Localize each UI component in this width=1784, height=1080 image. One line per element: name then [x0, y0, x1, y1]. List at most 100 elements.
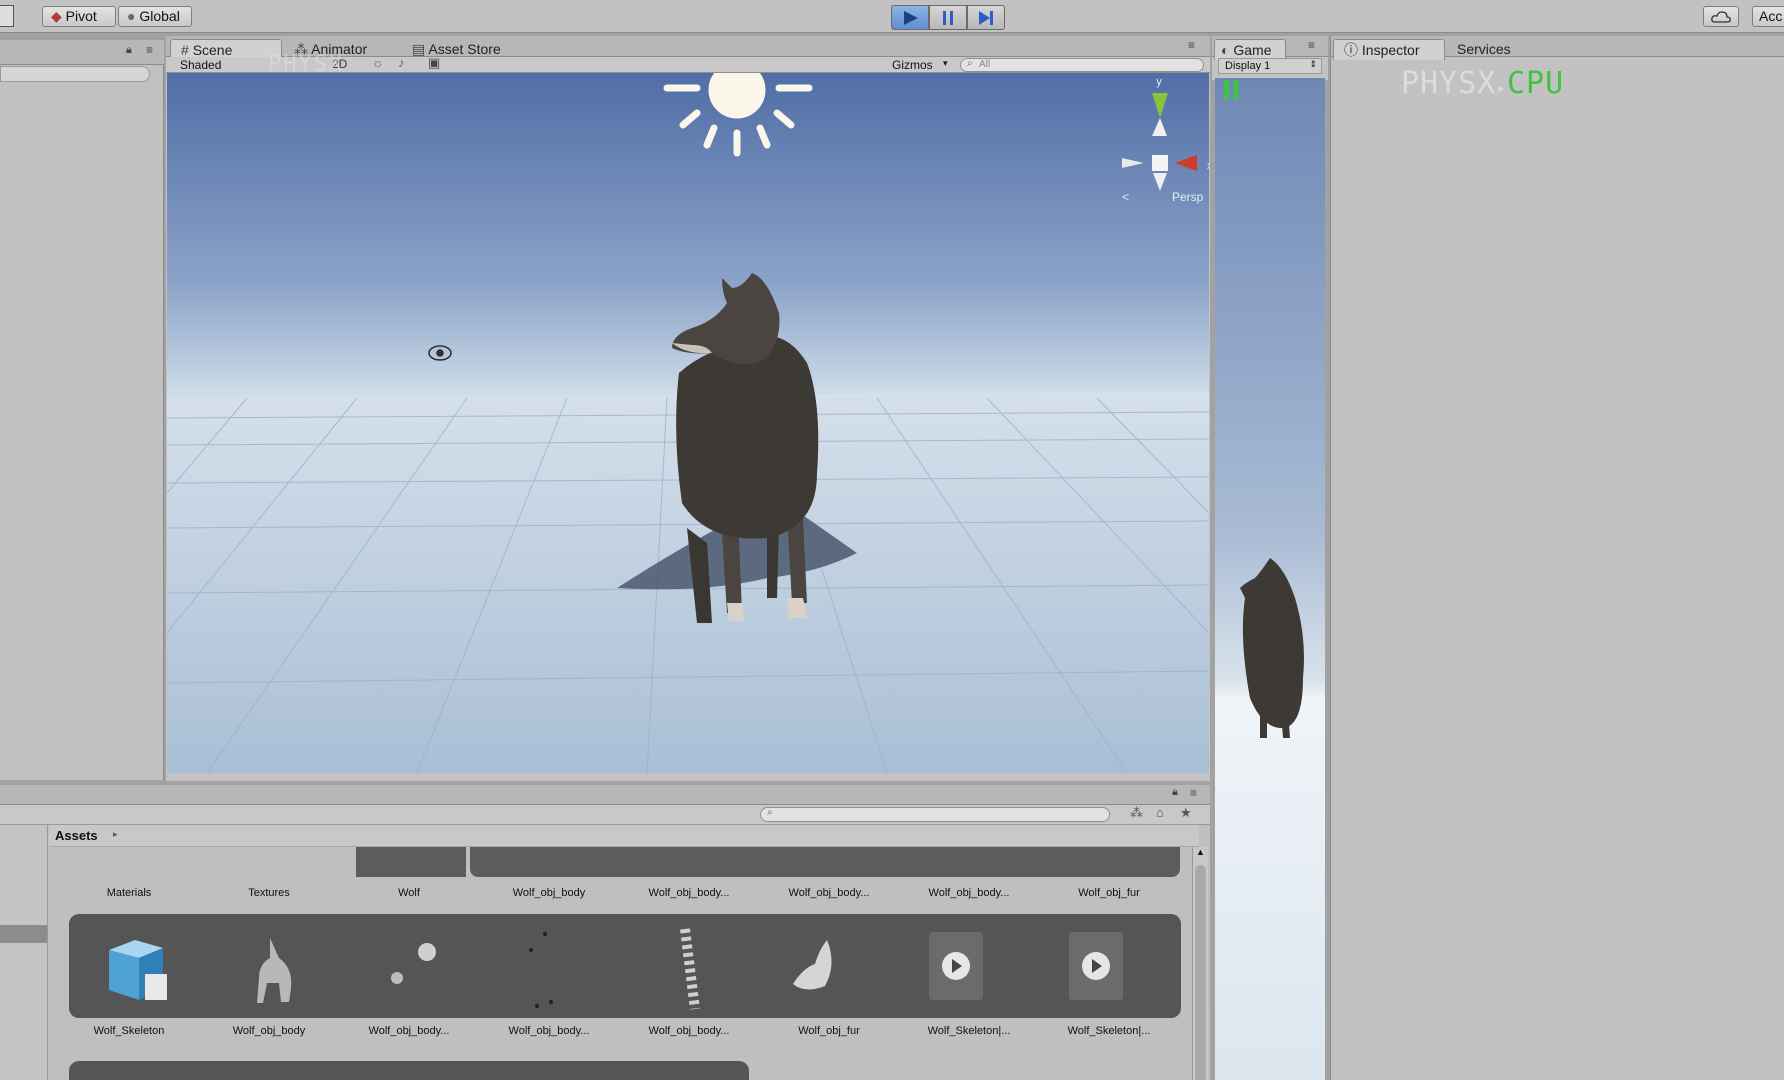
project-tabstrip: 🔒︎ ≡ — [0, 785, 1210, 805]
filter-type-icon[interactable]: ⁂ — [1130, 805, 1143, 821]
game-icon: ◐ — [1221, 42, 1230, 58]
project-menu-icon[interactable]: ≡ — [1190, 786, 1197, 800]
global-label: Global — [139, 8, 180, 24]
overlay-cpu-text: CPU — [1506, 66, 1565, 101]
gizmos-dropdown[interactable]: Gizmos — [892, 58, 933, 72]
tab-inspector[interactable]: ⓘ Inspector — [1333, 39, 1445, 60]
asset-expanded-strip — [69, 914, 1181, 1018]
asset-label[interactable]: Wolf_obj_body... — [764, 887, 894, 899]
lighting-icon[interactable]: ☼ — [372, 55, 384, 70]
store-icon: ▤ — [412, 41, 426, 57]
animation-clip-play-icon[interactable] — [929, 932, 983, 1000]
project-folder-tree — [0, 825, 48, 1080]
play-icon — [904, 10, 918, 25]
asset-label[interactable]: Wolf_obj_fur — [764, 1025, 894, 1037]
shading-mode-dropdown[interactable]: Shaded — [180, 58, 221, 72]
asset-label[interactable]: Wolf_obj_body... — [624, 1025, 754, 1037]
mesh-spine-icon[interactable] — [665, 924, 715, 1014]
axis-y-label: y — [1156, 76, 1162, 88]
asset-label[interactable]: Wolf_obj_body — [484, 887, 614, 899]
asset-label[interactable]: Wolf_Skeleton — [64, 1025, 194, 1037]
wolf-game-model — [1240, 558, 1304, 738]
display-label: Display 1 — [1225, 60, 1271, 72]
camera-view-icon[interactable] — [428, 345, 452, 361]
tab-game[interactable]: ◐ Game — [1214, 39, 1286, 60]
game-panel-header: ◐ Game ≡ Display 1 ⇕ — [1212, 36, 1328, 80]
inspector-tabstrip: ⓘ Inspector Services — [1331, 36, 1784, 60]
project-search-input[interactable]: ⌕ — [760, 807, 1110, 822]
mesh-eye-parts-icon[interactable] — [385, 938, 445, 998]
scene-viewport[interactable]: y x Persp < — [167, 73, 1209, 773]
game-render — [1240, 558, 1304, 738]
lock-icon[interactable]: 🔒︎ — [126, 44, 132, 57]
game-viewport[interactable] — [1215, 78, 1325, 1080]
tab-services[interactable]: Services — [1447, 39, 1521, 60]
asset-label[interactable]: Wolf_Skeleton|... — [1044, 1025, 1174, 1037]
directional-light-sun-icon[interactable] — [663, 73, 813, 157]
mesh-teeth-icon[interactable] — [515, 924, 575, 1014]
asset-label[interactable]: Wolf_obj_body... — [624, 887, 754, 899]
folder-tree-selection[interactable] — [0, 925, 47, 943]
tab-scene-label: Scene — [192, 42, 233, 58]
asset-label[interactable]: Wolf — [344, 887, 474, 899]
asset-label[interactable]: Materials — [64, 887, 194, 899]
mesh-wolf-body-icon[interactable] — [245, 928, 305, 1008]
asset-grid: Materials Textures Wolf Wolf_obj_body Wo… — [49, 847, 1199, 1080]
asset-label[interactable]: Wolf_obj_body... — [904, 887, 1034, 899]
project-lock-icon[interactable]: 🔒︎ — [1172, 786, 1178, 799]
asset-label[interactable]: Wolf_Skeleton|... — [904, 1025, 1034, 1037]
favorite-star-icon[interactable]: ★ — [1180, 805, 1192, 821]
scene-grid-icon: # — [181, 42, 189, 58]
cloud-icon — [1711, 11, 1731, 23]
mesh-wolf-fur-icon[interactable] — [785, 934, 845, 1004]
project-search-icon: ⌕ — [767, 807, 773, 818]
tab-services-label: Services — [1457, 41, 1511, 57]
asset-label[interactable]: Wolf_obj_body... — [344, 1025, 474, 1037]
pivot-icon: ◆ — [51, 8, 62, 24]
scroll-up-icon[interactable]: ▲ — [1196, 847, 1205, 857]
asset-tile-wolf[interactable] — [356, 847, 466, 877]
asset-label[interactable]: Wolf_obj_body... — [484, 1025, 614, 1037]
hand-tool-button[interactable] — [0, 5, 14, 27]
project-toolbar: ⌕ ⁂ ⌂ ★ — [0, 805, 1210, 825]
asset-label[interactable]: Wolf_obj_fur — [1044, 887, 1174, 899]
pause-button[interactable] — [929, 5, 967, 30]
step-button[interactable] — [967, 5, 1005, 30]
scene-search-placeholder: All — [979, 59, 991, 70]
hierarchy-search-input[interactable] — [0, 66, 150, 82]
cloud-button[interactable] — [1703, 6, 1739, 27]
prefab-cube-icon[interactable] — [99, 934, 167, 1000]
axis-gizmo[interactable] — [1122, 93, 1197, 191]
animation-clip-play-icon[interactable] — [1069, 932, 1123, 1000]
global-button[interactable]: ● Global — [118, 6, 192, 27]
filter-label-icon[interactable]: ⌂ — [1156, 805, 1164, 820]
persp-arrow-icon: < — [1122, 190, 1129, 204]
asset-expanded-strip-next — [69, 1061, 749, 1080]
pivot-button[interactable]: ◆ Pivot — [42, 6, 116, 27]
panel-menu-icon[interactable]: ≡ — [146, 43, 153, 57]
scene-search-input[interactable]: ⌕ All — [960, 58, 1204, 72]
persp-label[interactable]: Persp — [1172, 190, 1204, 204]
asset-label[interactable]: Wolf_obj_body — [204, 1025, 334, 1037]
info-icon: ⓘ — [1344, 42, 1358, 58]
dropdown-arrow-icon: ⇕ — [1309, 59, 1317, 69]
play-button[interactable] — [891, 5, 929, 30]
asset-expanded-wolf-top — [470, 847, 1180, 877]
pause-icon — [943, 10, 953, 25]
inspector-panel: ⓘ Inspector Services PHYSX▸CPU — [1330, 36, 1784, 1080]
display-dropdown[interactable]: Display 1 ⇕ — [1218, 58, 1322, 74]
game-fps-indicator: ▌▌ — [1224, 80, 1244, 99]
account-button[interactable]: Acc — [1752, 6, 1784, 27]
audio-icon[interactable]: ♪ — [398, 55, 405, 70]
scrollbar-thumb[interactable] — [1195, 865, 1206, 1080]
tab-game-label: Game — [1233, 42, 1272, 58]
breadcrumb-arrow-icon: ▸ — [113, 829, 118, 839]
scene-menu-icon[interactable]: ≡ — [1188, 38, 1195, 52]
asset-scrollbar[interactable]: ▲ — [1192, 847, 1208, 1080]
physx-cpu-overlay: PHYSX▸CPU — [1401, 66, 1564, 101]
hierarchy-panel: 🔒︎ ≡ — [0, 40, 164, 780]
game-menu-icon[interactable]: ≡ — [1308, 38, 1315, 52]
breadcrumb-assets[interactable]: Assets — [55, 828, 98, 843]
asset-label[interactable]: Textures — [204, 887, 334, 899]
effects-icon[interactable]: ▣ — [428, 55, 440, 71]
